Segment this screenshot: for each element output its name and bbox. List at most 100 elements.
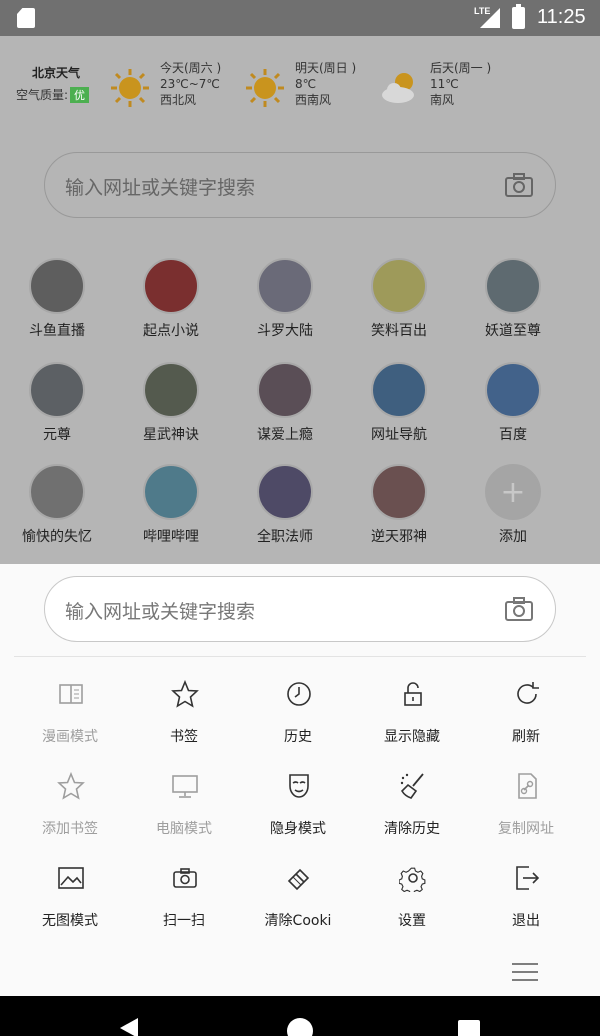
shortcut-item[interactable]: 元尊	[0, 362, 114, 452]
clock-icon	[287, 682, 311, 706]
menu-label: 漫画模式	[42, 729, 98, 745]
menu-desktop-mode[interactable]: 电脑模式	[127, 756, 241, 837]
menu-add-bookmark[interactable]: 添加书签	[13, 756, 127, 837]
shortcut-item[interactable]: 全职法师	[228, 464, 342, 554]
menu-comic-mode[interactable]: 漫画模式	[13, 664, 127, 745]
shortcut-label: 元尊	[43, 427, 71, 443]
qidian-icon	[143, 258, 199, 314]
shortcut-label: 逆天邪神	[371, 529, 427, 545]
home-content: 北京天气 空气质量: 优 今天(周六 ) 23℃~7℃ 西北风 明天(周日) …	[0, 36, 600, 564]
camera-icon[interactable]	[505, 597, 533, 621]
menu-show-hidden[interactable]: 显示隐藏	[355, 664, 469, 745]
search-bar[interactable]: 输入网址或关键字搜索	[44, 152, 556, 218]
quanzhi-icon	[257, 464, 313, 520]
menu-label: 显示隐藏	[384, 729, 440, 745]
search-placeholder: 输入网址或关键字搜索	[65, 177, 256, 199]
menu-settings[interactable]: 设置	[355, 848, 469, 929]
weather-day-temp: 23℃~7℃	[160, 77, 220, 91]
camera-icon	[173, 868, 197, 888]
shortcut-label: 全职法师	[257, 529, 313, 545]
shortcut-item[interactable]: + 添加	[456, 464, 570, 554]
star-icon	[171, 680, 199, 708]
star-outline-icon	[57, 772, 85, 800]
menu-label: 添加书签	[42, 821, 98, 837]
shortcut-item[interactable]: 愉快的失忆	[0, 464, 114, 554]
weather-day-tomorrow: 明天(周日 ) 8℃ 西南风	[245, 60, 375, 120]
menu-collapse-icon[interactable]	[512, 962, 538, 982]
shortcut-label: 妖道至尊	[485, 323, 541, 339]
shortcut-item[interactable]: 笑料百出	[342, 258, 456, 348]
menu-bookmarks[interactable]: 书签	[127, 664, 241, 745]
menu-label: 无图模式	[42, 913, 98, 929]
menu-label: 清除Cooki	[264, 913, 332, 929]
menu-label: 隐身模式	[270, 821, 326, 837]
shortcut-item[interactable]: 百度	[456, 362, 570, 452]
menu-label: 扫一扫	[163, 913, 205, 929]
weather-day-wind: 西南风	[295, 93, 332, 107]
menu-clear-history[interactable]: 清除历史	[355, 756, 469, 837]
shortcut-label: 斗罗大陆	[257, 323, 313, 339]
weather-day-temp: 11℃	[430, 77, 459, 91]
menu-label: 清除历史	[384, 821, 440, 837]
status-bar: LTE 11:25	[0, 0, 600, 36]
yaodao-icon	[485, 258, 541, 314]
cloudy-icon	[382, 73, 414, 103]
menu-copy-url[interactable]: 复制网址	[469, 756, 583, 837]
menu-history[interactable]: 历史	[241, 664, 355, 745]
exit-icon	[516, 866, 540, 890]
douluo-icon	[257, 258, 313, 314]
shortcut-item[interactable]: 斗罗大陆	[228, 258, 342, 348]
add-icon: +	[485, 464, 541, 520]
weather-widget[interactable]: 北京天气 空气质量: 优 今天(周六 ) 23℃~7℃ 西北风 明天(周日) …	[0, 36, 600, 136]
compass-icon	[371, 362, 427, 418]
menu-incognito[interactable]: 隐身模式	[241, 756, 355, 837]
shortcut-item[interactable]: 星武神诀	[114, 362, 228, 452]
shortcut-item[interactable]: 网址导航	[342, 362, 456, 452]
menu-label: 书签	[170, 729, 198, 745]
menu-label: 刷新	[512, 729, 540, 745]
bilibili-icon	[143, 464, 199, 520]
sun-icon	[111, 69, 149, 107]
weather-day-name: 今天(周六 )	[160, 61, 222, 75]
shortcut-item[interactable]: 起点小说	[114, 258, 228, 348]
baidu-icon	[485, 362, 541, 418]
shortcut-label: 网址导航	[371, 427, 427, 443]
menu-refresh[interactable]: 刷新	[469, 664, 583, 745]
menu-label: 设置	[398, 913, 426, 929]
recent-apps-icon[interactable]	[458, 1020, 480, 1036]
sun-icon	[246, 69, 284, 107]
shortcut-label: 愉快的失忆	[22, 529, 92, 545]
menu-clear-cookies[interactable]: 清除Cooki	[241, 848, 355, 929]
refresh-icon	[517, 682, 539, 704]
shortcut-label: 星武神诀	[143, 427, 199, 443]
menu-label: 复制网址	[498, 821, 554, 837]
menu-no-image-mode[interactable]: 无图模式	[13, 848, 127, 929]
weather-day-name: 明天(周日 )	[295, 61, 357, 75]
home-icon[interactable]	[287, 1018, 313, 1036]
weather-day-wind: 西北风	[160, 93, 197, 107]
shortcut-item[interactable]: 谋爱上瘾	[228, 362, 342, 452]
shortcut-item[interactable]: 妖道至尊	[456, 258, 570, 348]
yukuai-icon	[29, 464, 85, 520]
back-icon[interactable]	[120, 1018, 138, 1036]
broom-icon	[400, 773, 424, 799]
weather-day-after: 后天(周一 ) 11℃ 南风	[380, 60, 510, 120]
mouai-icon	[257, 362, 313, 418]
shortcut-item[interactable]: 斗鱼直播	[0, 258, 114, 348]
xingwu-icon	[143, 362, 199, 418]
air-quality: 空气质量: 优	[16, 86, 90, 103]
clock: 11:25	[537, 6, 586, 28]
menu-exit[interactable]: 退出	[469, 848, 583, 929]
camera-icon[interactable]	[505, 173, 533, 197]
shortcut-item[interactable]: 逆天邪神	[342, 464, 456, 554]
shortcut-label: 谋爱上瘾	[257, 427, 313, 443]
shortcut-item[interactable]: 哔哩哔哩	[114, 464, 228, 554]
weather-day-today: 今天(周六 ) 23℃~7℃ 西北风	[110, 60, 240, 120]
sheet-search-bar[interactable]: 输入网址或关键字搜索	[44, 576, 556, 642]
shortcut-label: 哔哩哔哩	[143, 529, 199, 545]
gear-icon	[399, 867, 426, 892]
battery-icon	[512, 4, 525, 29]
menu-scan[interactable]: 扫一扫	[127, 848, 241, 929]
shortcut-label: 添加	[499, 529, 527, 545]
mask-icon	[289, 774, 309, 798]
